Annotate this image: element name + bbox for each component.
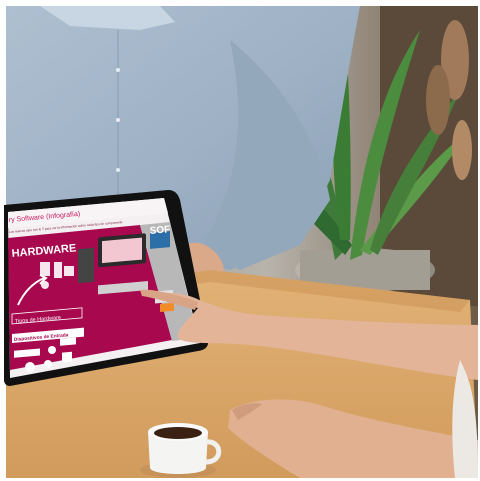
photo-scene: ry Software (Infografía) Los nuevos ojos… — [4, 6, 478, 478]
tower-illustration — [78, 247, 94, 284]
software-title: SOF — [149, 224, 170, 237]
coffee-cup — [140, 423, 222, 478]
